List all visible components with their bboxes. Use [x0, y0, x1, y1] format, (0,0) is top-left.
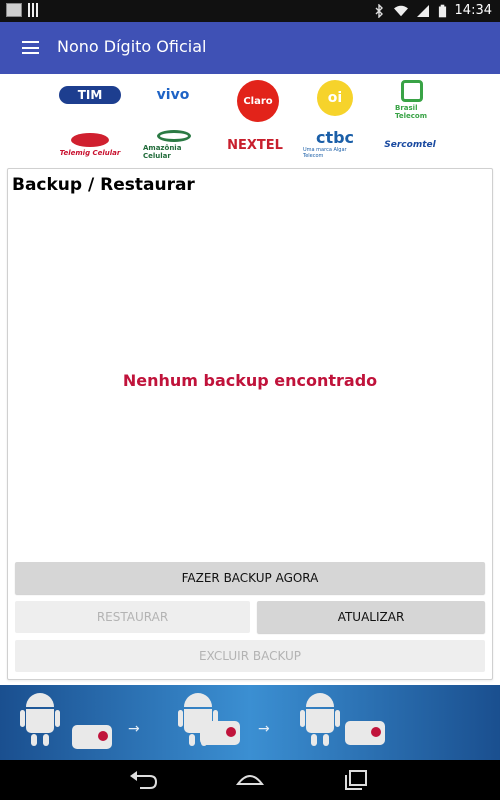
oi-logo: oi [317, 80, 353, 116]
backup-device-icon [345, 721, 385, 745]
backup-now-button[interactable]: FAZER BACKUP AGORA [15, 562, 485, 594]
backup-device-icon [200, 721, 240, 745]
app-title: Nono Dígito Oficial [57, 37, 207, 56]
recent-apps-icon[interactable] [342, 768, 372, 792]
carrier-logos-banner: TIM vivo Claro oi Brasil Telecom Telemig… [55, 74, 445, 164]
empty-message: Nenhum backup encontrado [122, 371, 378, 390]
bluetooth-icon [375, 3, 383, 18]
battery-icon [438, 4, 446, 17]
system-nav-bar [0, 760, 500, 800]
arrow-right-icon: → [258, 721, 270, 737]
signal-icon [416, 4, 429, 17]
android-icon [300, 693, 340, 749]
ctbc-logo: ctbc Uma marca Algar Telecom [303, 127, 355, 159]
brasil-telecom-logo: Brasil Telecom [395, 78, 429, 122]
amazonia-logo: Amazônia Celular [143, 130, 205, 160]
arrow-right-icon: → [128, 721, 140, 737]
menu-icon[interactable] [22, 41, 39, 54]
barcode-notification-icon [28, 3, 38, 17]
backup-card: Backup / Restaurar Nenhum backup encontr… [7, 168, 493, 680]
notification-thumbnail-icon [6, 3, 22, 17]
app-bar: Nono Dígito Oficial [0, 22, 500, 74]
sercomtel-logo: Sercomtel [384, 140, 436, 150]
update-button[interactable]: ATUALIZAR [257, 601, 485, 633]
android-icon [20, 693, 60, 749]
delete-backup-button[interactable]: EXCLUIR BACKUP [15, 640, 485, 672]
card-title: Backup / Restaurar [12, 175, 195, 195]
backup-device-icon [72, 725, 112, 749]
wifi-icon [393, 5, 408, 16]
ad-banner[interactable]: → → [0, 685, 500, 760]
telemig-logo: Telemig Celular [59, 130, 121, 160]
back-icon[interactable] [128, 768, 158, 792]
claro-logo: Claro [237, 80, 279, 122]
restore-button[interactable]: RESTAURAR [15, 601, 250, 633]
nextel-logo: NEXTEL [227, 137, 283, 153]
status-time: 14:34 [454, 3, 492, 18]
home-icon[interactable] [235, 768, 265, 792]
status-bar: 14:34 [0, 0, 500, 22]
tim-logo: TIM [59, 86, 121, 104]
vivo-logo: vivo [156, 87, 190, 103]
